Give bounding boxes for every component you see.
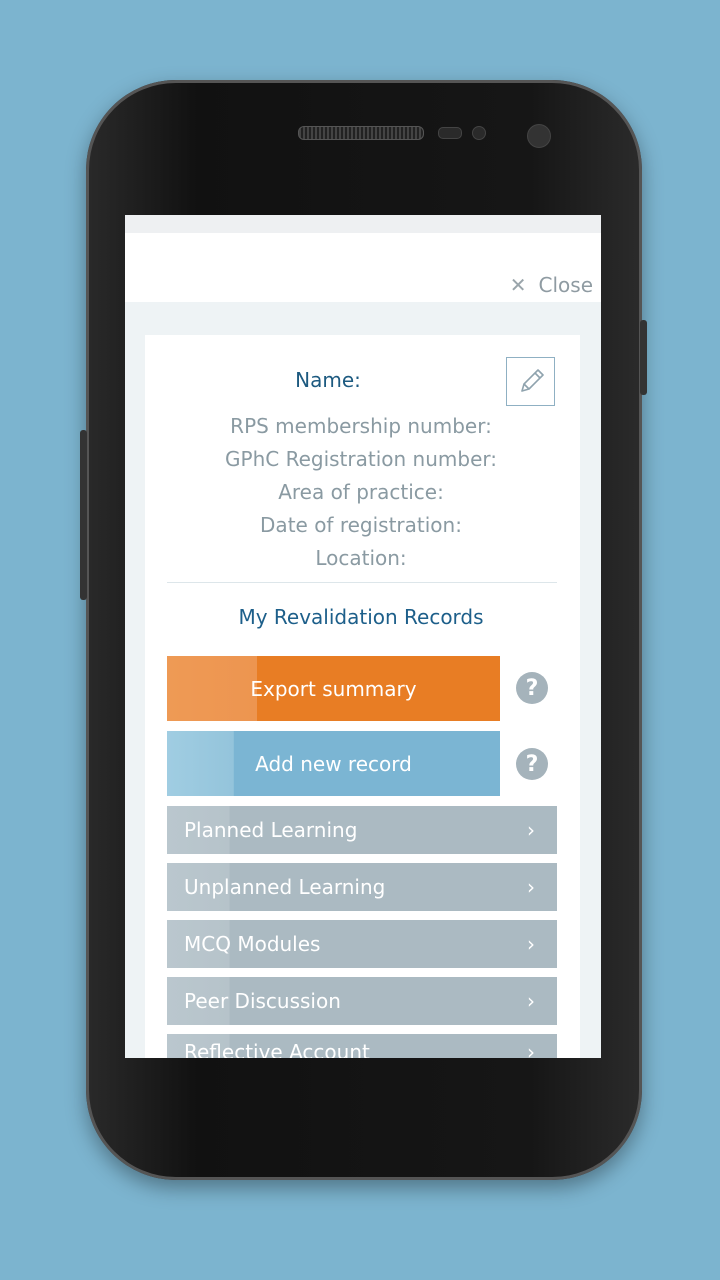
chevron-right-icon: › <box>527 989 535 1013</box>
sensor <box>472 126 486 140</box>
header-bar: ✕ Close <box>125 233 601 302</box>
list-item-reflective-account[interactable]: Reflective Account › <box>167 1034 557 1058</box>
list-item-label: Reflective Account <box>184 1040 370 1058</box>
export-summary-button[interactable]: Export summary <box>167 656 500 721</box>
export-help-question-icon[interactable]: ? <box>516 672 548 704</box>
profile-card: Name: RPS membership number: GPhC Regist… <box>145 335 580 1058</box>
volume-button <box>80 430 87 600</box>
list-item-label: Planned Learning <box>184 818 358 842</box>
list-item-planned-learning[interactable]: Planned Learning › <box>167 806 557 854</box>
list-item-label: MCQ Modules <box>184 932 321 956</box>
add-help-question-icon[interactable]: ? <box>516 748 548 780</box>
date-of-registration-label: Date of registration: <box>260 513 462 537</box>
chevron-right-icon: › <box>527 818 535 842</box>
app-screen: ✕ Close Name: RPS membership number: GPh… <box>125 215 601 1058</box>
list-item-mcq-modules[interactable]: MCQ Modules › <box>167 920 557 968</box>
list-item-label: Unplanned Learning <box>184 875 386 899</box>
close-x-icon: ✕ <box>509 273 527 297</box>
rps-membership-label: RPS membership number: <box>230 414 492 438</box>
list-item-unplanned-learning[interactable]: Unplanned Learning › <box>167 863 557 911</box>
edit-profile-button[interactable] <box>506 357 555 406</box>
pencil-icon <box>520 368 544 392</box>
section-title: My Revalidation Records <box>238 605 484 629</box>
add-new-record-button[interactable]: Add new record <box>167 731 500 796</box>
area-of-practice-label: Area of practice: <box>278 480 444 504</box>
chevron-right-icon: › <box>527 932 535 956</box>
speaker-grille <box>298 126 424 140</box>
power-button <box>640 320 647 395</box>
chevron-right-icon: › <box>527 1040 535 1058</box>
list-item-peer-discussion[interactable]: Peer Discussion › <box>167 977 557 1025</box>
close-button[interactable]: ✕ Close <box>510 273 593 297</box>
front-camera <box>527 124 551 148</box>
gphc-registration-label: GPhC Registration number: <box>225 447 497 471</box>
name-label: Name: <box>295 368 361 392</box>
status-strip <box>125 215 601 233</box>
divider <box>167 582 557 583</box>
location-label: Location: <box>315 546 407 570</box>
chevron-right-icon: › <box>527 875 535 899</box>
list-item-label: Peer Discussion <box>184 989 341 1013</box>
sensor <box>438 127 462 139</box>
close-label: Close <box>538 273 593 297</box>
